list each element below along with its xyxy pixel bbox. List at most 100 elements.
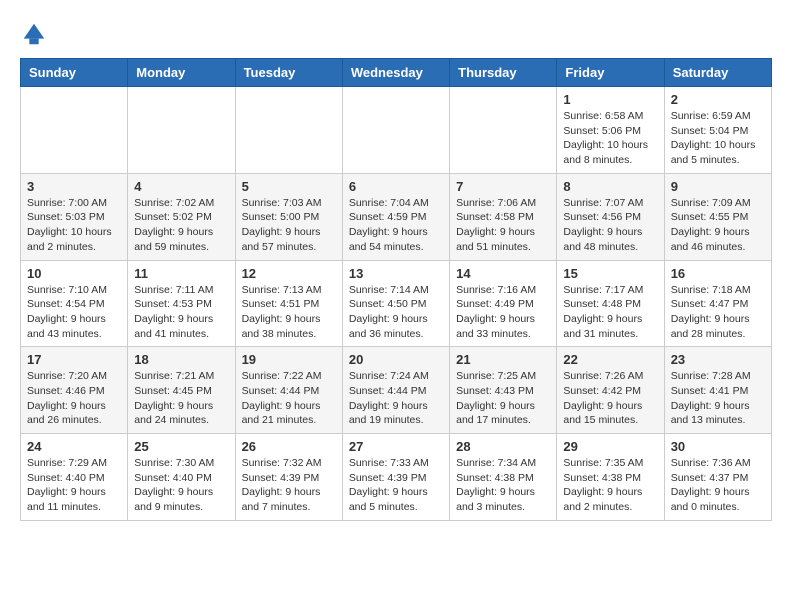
weekday-header-tuesday: Tuesday <box>235 59 342 87</box>
page-header <box>20 20 772 48</box>
calendar-cell: 4 Sunrise: 7:02 AM Sunset: 5:02 PM Daylig… <box>128 173 235 260</box>
day-number: 21 <box>456 352 550 367</box>
calendar-cell: 17 Sunrise: 7:20 AM Sunset: 4:46 PM Dayli… <box>21 347 128 434</box>
day-info: Sunrise: 7:29 AM Sunset: 4:40 PM Dayligh… <box>27 456 121 515</box>
day-info: Sunrise: 7:21 AM Sunset: 4:45 PM Dayligh… <box>134 369 228 428</box>
day-number: 4 <box>134 179 228 194</box>
calendar-cell: 18Sunrise: 7:21 AM Sunset: 4:45 PM Dayli… <box>128 347 235 434</box>
calendar-cell <box>342 87 449 174</box>
day-number: 1 <box>563 92 657 107</box>
calendar-week-1: 1Sunrise: 6:58 AM Sunset: 5:06 PM Daylig… <box>21 87 772 174</box>
weekday-header-saturday: Saturday <box>664 59 771 87</box>
calendar-header: SundayMondayTuesdayWednesdayThursdayFrid… <box>21 59 772 87</box>
calendar-cell <box>21 87 128 174</box>
day-number: 5 <box>242 179 336 194</box>
calendar-week-2: 3 Sunrise: 7:00 AM Sunset: 5:03 PM Daylig… <box>21 173 772 260</box>
calendar-cell: 26Sunrise: 7:32 AM Sunset: 4:39 PM Dayli… <box>235 434 342 521</box>
day-number: 11 <box>134 266 228 281</box>
day-number: 13 <box>349 266 443 281</box>
day-info: Sunrise: 7:04 AM Sunset: 4:59 PM Dayligh… <box>349 196 443 255</box>
day-info: Sunrise: 7:02 AM Sunset: 5:02 PM Dayligh… <box>134 196 228 255</box>
calendar-cell: 24 Sunrise: 7:29 AM Sunset: 4:40 PM Dayli… <box>21 434 128 521</box>
day-number: 10 <box>27 266 121 281</box>
day-info: Sunrise: 7:26 AM Sunset: 4:42 PM Dayligh… <box>563 369 657 428</box>
calendar-cell: 5 Sunrise: 7:03 AM Sunset: 5:00 PM Daylig… <box>235 173 342 260</box>
calendar-table: SundayMondayTuesdayWednesdayThursdayFrid… <box>20 58 772 521</box>
calendar-cell: 1Sunrise: 6:58 AM Sunset: 5:06 PM Daylig… <box>557 87 664 174</box>
calendar-cell: 13 Sunrise: 7:14 AM Sunset: 4:50 PM Dayli… <box>342 260 449 347</box>
calendar-week-4: 17 Sunrise: 7:20 AM Sunset: 4:46 PM Dayli… <box>21 347 772 434</box>
day-number: 3 <box>27 179 121 194</box>
day-number: 22 <box>563 352 657 367</box>
day-number: 29 <box>563 439 657 454</box>
calendar-cell: 21 Sunrise: 7:25 AM Sunset: 4:43 PM Dayli… <box>450 347 557 434</box>
calendar-cell: 27 Sunrise: 7:33 AM Sunset: 4:39 PM Dayli… <box>342 434 449 521</box>
day-info: Sunrise: 7:18 AM Sunset: 4:47 PM Dayligh… <box>671 283 765 342</box>
calendar-cell: 7 Sunrise: 7:06 AM Sunset: 4:58 PM Daylig… <box>450 173 557 260</box>
calendar-cell: 29 Sunrise: 7:35 AM Sunset: 4:38 PM Dayli… <box>557 434 664 521</box>
calendar-cell: 30Sunrise: 7:36 AM Sunset: 4:37 PM Dayli… <box>664 434 771 521</box>
day-info: Sunrise: 6:59 AM Sunset: 5:04 PM Dayligh… <box>671 109 765 168</box>
day-info: Sunrise: 7:35 AM Sunset: 4:38 PM Dayligh… <box>563 456 657 515</box>
day-number: 30 <box>671 439 765 454</box>
calendar-cell: 16 Sunrise: 7:18 AM Sunset: 4:47 PM Dayli… <box>664 260 771 347</box>
day-number: 25 <box>134 439 228 454</box>
day-number: 24 <box>27 439 121 454</box>
calendar-cell: 12 Sunrise: 7:13 AM Sunset: 4:51 PM Dayli… <box>235 260 342 347</box>
day-number: 9 <box>671 179 765 194</box>
calendar-body: 1Sunrise: 6:58 AM Sunset: 5:06 PM Daylig… <box>21 87 772 521</box>
day-info: Sunrise: 7:00 AM Sunset: 5:03 PM Dayligh… <box>27 196 121 255</box>
day-info: Sunrise: 7:11 AM Sunset: 4:53 PM Dayligh… <box>134 283 228 342</box>
calendar-cell <box>235 87 342 174</box>
calendar-cell: 23 Sunrise: 7:28 AM Sunset: 4:41 PM Dayli… <box>664 347 771 434</box>
weekday-header-wednesday: Wednesday <box>342 59 449 87</box>
logo-icon <box>20 20 48 48</box>
day-number: 17 <box>27 352 121 367</box>
calendar-cell: 19 Sunrise: 7:22 AM Sunset: 4:44 PM Dayli… <box>235 347 342 434</box>
day-info: Sunrise: 7:03 AM Sunset: 5:00 PM Dayligh… <box>242 196 336 255</box>
day-info: Sunrise: 7:14 AM Sunset: 4:50 PM Dayligh… <box>349 283 443 342</box>
weekday-header-friday: Friday <box>557 59 664 87</box>
day-number: 12 <box>242 266 336 281</box>
calendar-cell: 25 Sunrise: 7:30 AM Sunset: 4:40 PM Dayli… <box>128 434 235 521</box>
calendar-cell: 22 Sunrise: 7:26 AM Sunset: 4:42 PM Dayli… <box>557 347 664 434</box>
weekday-header-monday: Monday <box>128 59 235 87</box>
day-info: Sunrise: 7:10 AM Sunset: 4:54 PM Dayligh… <box>27 283 121 342</box>
day-info: Sunrise: 7:09 AM Sunset: 4:55 PM Dayligh… <box>671 196 765 255</box>
calendar-cell: 20 Sunrise: 7:24 AM Sunset: 4:44 PM Dayli… <box>342 347 449 434</box>
day-info: Sunrise: 7:28 AM Sunset: 4:41 PM Dayligh… <box>671 369 765 428</box>
day-number: 15 <box>563 266 657 281</box>
day-info: Sunrise: 7:24 AM Sunset: 4:44 PM Dayligh… <box>349 369 443 428</box>
day-number: 7 <box>456 179 550 194</box>
weekday-header-sunday: Sunday <box>21 59 128 87</box>
day-number: 27 <box>349 439 443 454</box>
day-info: Sunrise: 7:30 AM Sunset: 4:40 PM Dayligh… <box>134 456 228 515</box>
day-info: Sunrise: 7:20 AM Sunset: 4:46 PM Dayligh… <box>27 369 121 428</box>
day-info: Sunrise: 7:22 AM Sunset: 4:44 PM Dayligh… <box>242 369 336 428</box>
calendar-cell <box>128 87 235 174</box>
calendar-cell: 6Sunrise: 7:04 AM Sunset: 4:59 PM Daylig… <box>342 173 449 260</box>
day-number: 28 <box>456 439 550 454</box>
day-number: 16 <box>671 266 765 281</box>
calendar-cell: 10 Sunrise: 7:10 AM Sunset: 4:54 PM Dayli… <box>21 260 128 347</box>
calendar-week-3: 10 Sunrise: 7:10 AM Sunset: 4:54 PM Dayli… <box>21 260 772 347</box>
day-number: 8 <box>563 179 657 194</box>
calendar-cell: 8 Sunrise: 7:07 AM Sunset: 4:56 PM Daylig… <box>557 173 664 260</box>
day-info: Sunrise: 7:33 AM Sunset: 4:39 PM Dayligh… <box>349 456 443 515</box>
calendar-cell: 28Sunrise: 7:34 AM Sunset: 4:38 PM Dayli… <box>450 434 557 521</box>
day-number: 20 <box>349 352 443 367</box>
day-info: Sunrise: 7:07 AM Sunset: 4:56 PM Dayligh… <box>563 196 657 255</box>
calendar-week-5: 24 Sunrise: 7:29 AM Sunset: 4:40 PM Dayli… <box>21 434 772 521</box>
calendar-cell: 11 Sunrise: 7:11 AM Sunset: 4:53 PM Dayli… <box>128 260 235 347</box>
day-number: 19 <box>242 352 336 367</box>
day-info: Sunrise: 7:17 AM Sunset: 4:48 PM Dayligh… <box>563 283 657 342</box>
day-number: 14 <box>456 266 550 281</box>
day-info: Sunrise: 7:25 AM Sunset: 4:43 PM Dayligh… <box>456 369 550 428</box>
day-number: 23 <box>671 352 765 367</box>
calendar-cell: 9 Sunrise: 7:09 AM Sunset: 4:55 PM Daylig… <box>664 173 771 260</box>
day-info: Sunrise: 7:13 AM Sunset: 4:51 PM Dayligh… <box>242 283 336 342</box>
weekday-header-row: SundayMondayTuesdayWednesdayThursdayFrid… <box>21 59 772 87</box>
day-info: Sunrise: 7:06 AM Sunset: 4:58 PM Dayligh… <box>456 196 550 255</box>
calendar-cell: 2Sunrise: 6:59 AM Sunset: 5:04 PM Daylig… <box>664 87 771 174</box>
calendar-cell: 15 Sunrise: 7:17 AM Sunset: 4:48 PM Dayli… <box>557 260 664 347</box>
